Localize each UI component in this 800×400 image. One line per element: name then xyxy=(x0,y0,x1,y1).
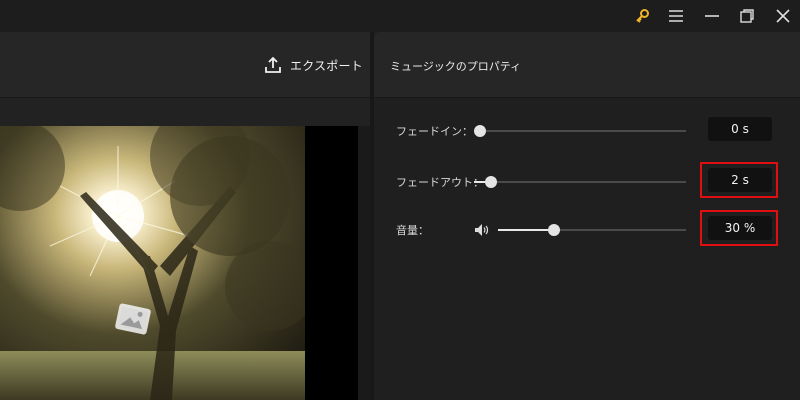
fade-out-slider[interactable] xyxy=(474,176,686,188)
fade-in-slider[interactable] xyxy=(474,125,686,137)
volume-label: 音量： xyxy=(396,224,429,237)
fade-out-row: フェードアウト： 2 s xyxy=(374,162,800,198)
title-bar xyxy=(0,0,800,32)
export-label: エクスポート xyxy=(290,58,363,73)
key-icon[interactable] xyxy=(630,4,654,28)
volume-row: 音量： 30 % xyxy=(374,210,800,246)
export-icon xyxy=(265,56,281,73)
preview-image xyxy=(0,126,305,400)
properties-header: ミュージックのプロパティ xyxy=(374,32,800,98)
fade-in-value-field[interactable]: 0 s xyxy=(708,117,772,141)
video-preview xyxy=(0,126,358,400)
export-button[interactable]: エクスポート xyxy=(264,52,363,78)
panel-title: ミュージックのプロパティ xyxy=(390,60,522,73)
minimize-icon[interactable] xyxy=(700,4,724,28)
fade-out-label: フェードアウト： xyxy=(396,176,484,189)
image-overlay-icon xyxy=(112,298,154,344)
fade-in-slider-thumb[interactable] xyxy=(474,125,486,137)
preview-header-strip xyxy=(0,98,370,126)
volume-slider[interactable] xyxy=(498,224,686,236)
restore-icon[interactable] xyxy=(735,4,759,28)
preview-area xyxy=(0,126,370,400)
fade-out-value-field[interactable]: 2 s xyxy=(708,168,772,192)
editor-toolbar: エクスポート xyxy=(0,32,370,98)
close-icon[interactable] xyxy=(771,4,795,28)
speaker-icon[interactable] xyxy=(474,222,490,241)
menu-icon[interactable] xyxy=(664,4,688,28)
volume-value-field[interactable]: 30 % xyxy=(708,216,772,240)
fade-out-slider-thumb[interactable] xyxy=(484,176,497,188)
music-properties-panel: フェードイン： 0 s フェードアウト： 2 s 音量： 30 % xyxy=(374,99,800,400)
fade-in-row: フェードイン： 0 s xyxy=(374,116,800,146)
fade-in-label: フェードイン： xyxy=(396,125,473,138)
volume-slider-thumb[interactable] xyxy=(548,224,561,236)
